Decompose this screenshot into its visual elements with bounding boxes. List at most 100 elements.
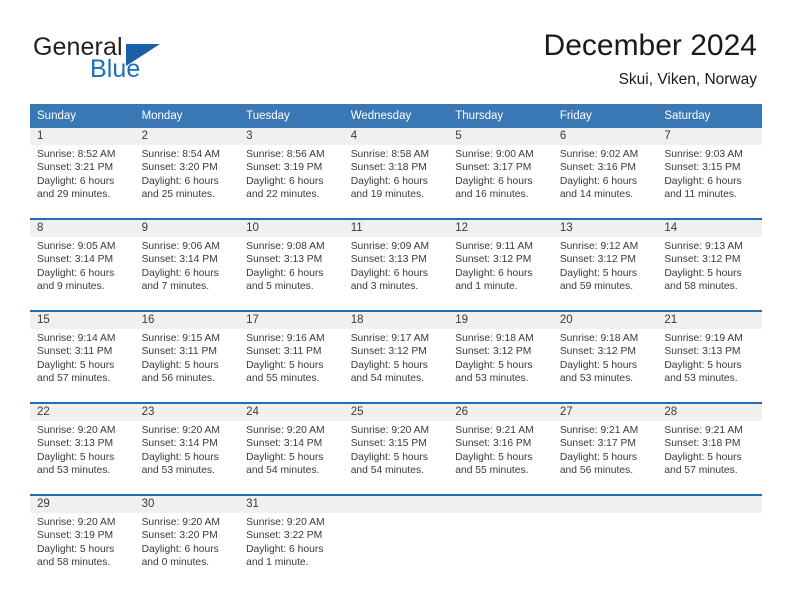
calendar-day-cell[interactable]: 13 Sunrise: 9:12 AM Sunset: 3:12 PM Dayligh… xyxy=(552,220,658,310)
calendar-day-cell[interactable]: 7 Sunrise: 9:03 AM Sunset: 3:15 PM Daylight… xyxy=(657,128,762,218)
calendar-day-cell[interactable]: 29 Sunrise: 9:20 AM Sunset: 3:19 PM Dayligh… xyxy=(30,496,135,586)
day-number: 1 xyxy=(30,128,135,145)
day-detail-daylight-line2: and 1 minute. xyxy=(246,557,309,569)
calendar-day-cell[interactable]: 14 Sunrise: 9:13 AM Sunset: 3:12 PM Dayligh… xyxy=(657,220,762,310)
day-detail-daylight-line1: Daylight: 6 hours xyxy=(141,543,219,555)
calendar-day-cell[interactable]: 19 Sunrise: 9:18 AM Sunset: 3:12 PM Dayligh… xyxy=(448,312,553,402)
day-cell-inner: 3 Sunrise: 8:56 AM Sunset: 3:19 PM Daylight… xyxy=(239,128,344,218)
day-detail-daylight-line2: and 9 minutes. xyxy=(37,281,105,293)
day-detail-daylight-line2: and 53 minutes. xyxy=(664,373,738,385)
day-number: 10 xyxy=(239,220,344,237)
day-number: 11 xyxy=(343,220,449,237)
day-cell-inner: 9 Sunrise: 9:06 AM Sunset: 3:14 PM Daylight… xyxy=(134,220,240,310)
day-detail-sunset: Sunset: 3:11 PM xyxy=(246,346,322,358)
day-details: Sunrise: 9:19 AM Sunset: 3:13 PM Daylight:… xyxy=(657,329,762,386)
calendar-day-cell[interactable]: 10 Sunrise: 9:08 AM Sunset: 3:13 PM Dayligh… xyxy=(239,220,344,310)
calendar-day-cell[interactable]: 21 Sunrise: 9:19 AM Sunset: 3:13 PM Dayligh… xyxy=(657,312,762,402)
calendar-day-cell[interactable] xyxy=(552,496,658,586)
day-detail-sunrise: Sunrise: 9:20 AM xyxy=(37,425,116,436)
calendar-day-cell[interactable] xyxy=(448,496,553,586)
weekday-header-thursday: Thursday xyxy=(448,104,553,128)
calendar-day-cell[interactable]: 6 Sunrise: 9:02 AM Sunset: 3:16 PM Daylight… xyxy=(552,128,658,218)
day-number: 16 xyxy=(134,312,240,329)
day-number: 30 xyxy=(134,496,240,513)
day-detail-daylight-line1: Daylight: 6 hours xyxy=(350,267,428,279)
day-detail-daylight-line1: Daylight: 5 hours xyxy=(350,451,428,463)
calendar-day-cell[interactable]: 9 Sunrise: 9:06 AM Sunset: 3:14 PM Daylight… xyxy=(134,220,240,310)
day-detail-sunset: Sunset: 3:12 PM xyxy=(455,346,532,358)
calendar-day-cell[interactable]: 26 Sunrise: 9:21 AM Sunset: 3:16 PM Dayligh… xyxy=(448,404,553,494)
day-cell-inner: 1 Sunrise: 8:52 AM Sunset: 3:21 PM Daylight… xyxy=(30,128,135,218)
day-detail-sunset: Sunset: 3:12 PM xyxy=(455,254,532,266)
calendar-day-cell[interactable]: 25 Sunrise: 9:20 AM Sunset: 3:15 PM Dayligh… xyxy=(343,404,449,494)
day-cell-inner: 17 Sunrise: 9:16 AM Sunset: 3:11 PM Dayligh… xyxy=(239,312,344,402)
day-detail-daylight-line2: and 58 minutes. xyxy=(37,557,111,569)
day-detail-daylight-line1: Daylight: 5 hours xyxy=(455,451,533,463)
calendar-week-row: 1 Sunrise: 8:52 AM Sunset: 3:21 PM Daylight… xyxy=(30,128,762,218)
day-details: Sunrise: 9:17 AM Sunset: 3:12 PM Daylight:… xyxy=(344,329,449,386)
calendar-day-cell[interactable]: 18 Sunrise: 9:17 AM Sunset: 3:12 PM Dayligh… xyxy=(343,312,449,402)
day-details: Sunrise: 9:13 AM Sunset: 3:12 PM Daylight:… xyxy=(657,237,762,294)
day-detail-sunset: Sunset: 3:14 PM xyxy=(37,254,114,266)
day-number: 28 xyxy=(657,404,762,421)
day-number: 2 xyxy=(134,128,240,145)
day-cell-inner: 14 Sunrise: 9:13 AM Sunset: 3:12 PM Dayligh… xyxy=(657,220,762,310)
day-detail-sunrise: Sunrise: 9:12 AM xyxy=(559,241,639,252)
calendar-day-cell[interactable]: 23 Sunrise: 9:20 AM Sunset: 3:14 PM Dayligh… xyxy=(134,404,240,494)
day-detail-daylight-line2: and 53 minutes. xyxy=(559,373,634,385)
day-detail-daylight-line2: and 3 minutes. xyxy=(350,281,419,293)
calendar-day-cell[interactable]: 31 Sunrise: 9:20 AM Sunset: 3:22 PM Dayligh… xyxy=(239,496,344,586)
day-detail-daylight-line2: and 11 minutes. xyxy=(664,189,737,201)
calendar-day-cell[interactable]: 4 Sunrise: 8:58 AM Sunset: 3:18 PM Daylight… xyxy=(343,128,449,218)
calendar-day-cell[interactable]: 8 Sunrise: 9:05 AM Sunset: 3:14 PM Daylight… xyxy=(30,220,135,310)
calendar-day-cell[interactable]: 28 Sunrise: 9:21 AM Sunset: 3:18 PM Dayligh… xyxy=(657,404,762,494)
day-detail-sunset: Sunset: 3:13 PM xyxy=(664,346,741,358)
day-detail-sunrise: Sunrise: 9:08 AM xyxy=(246,241,325,252)
calendar-day-cell[interactable] xyxy=(657,496,762,586)
day-detail-daylight-line1: Daylight: 5 hours xyxy=(664,267,742,279)
calendar-day-cell[interactable]: 5 Sunrise: 9:00 AM Sunset: 3:17 PM Daylight… xyxy=(448,128,553,218)
day-cell-inner: 22 Sunrise: 9:20 AM Sunset: 3:13 PM Dayligh… xyxy=(30,404,135,494)
calendar-day-cell[interactable]: 22 Sunrise: 9:20 AM Sunset: 3:13 PM Dayligh… xyxy=(30,404,135,494)
calendar-day-cell[interactable]: 20 Sunrise: 9:18 AM Sunset: 3:12 PM Dayligh… xyxy=(552,312,658,402)
day-detail-daylight-line1: Daylight: 6 hours xyxy=(350,175,428,187)
day-detail-daylight-line1: Daylight: 6 hours xyxy=(141,267,219,279)
calendar-day-cell[interactable]: 16 Sunrise: 9:15 AM Sunset: 3:11 PM Dayligh… xyxy=(134,312,240,402)
day-detail-sunset: Sunset: 3:22 PM xyxy=(246,530,323,542)
calendar-day-cell[interactable]: 30 Sunrise: 9:20 AM Sunset: 3:20 PM Dayligh… xyxy=(134,496,240,586)
calendar-day-cell[interactable]: 24 Sunrise: 9:20 AM Sunset: 3:14 PM Dayligh… xyxy=(239,404,344,494)
day-detail-sunrise: Sunrise: 8:58 AM xyxy=(350,149,430,160)
day-cell-inner: 5 Sunrise: 9:00 AM Sunset: 3:17 PM Daylight… xyxy=(448,128,553,218)
day-detail-sunrise: Sunrise: 9:05 AM xyxy=(37,241,116,252)
day-details: Sunrise: 9:08 AM Sunset: 3:13 PM Daylight:… xyxy=(239,237,344,294)
calendar-day-cell[interactable]: 1 Sunrise: 8:52 AM Sunset: 3:21 PM Daylight… xyxy=(30,128,135,218)
day-detail-daylight-line2: and 53 minutes. xyxy=(455,373,529,385)
calendar-day-cell[interactable]: 27 Sunrise: 9:21 AM Sunset: 3:17 PM Dayligh… xyxy=(552,404,658,494)
day-number: 29 xyxy=(30,496,135,513)
day-detail-sunset: Sunset: 3:18 PM xyxy=(350,162,427,174)
day-cell-inner: 30 Sunrise: 9:20 AM Sunset: 3:20 PM Dayligh… xyxy=(134,496,240,586)
calendar-day-cell[interactable]: 3 Sunrise: 8:56 AM Sunset: 3:19 PM Daylight… xyxy=(239,128,344,218)
day-detail-daylight-line1: Daylight: 6 hours xyxy=(455,175,533,187)
day-details: Sunrise: 9:02 AM Sunset: 3:16 PM Daylight:… xyxy=(553,145,658,202)
day-cell-inner xyxy=(552,496,658,586)
day-detail-sunrise: Sunrise: 9:20 AM xyxy=(246,425,325,436)
day-detail-daylight-line1: Daylight: 5 hours xyxy=(141,359,219,371)
day-detail-sunset: Sunset: 3:15 PM xyxy=(350,438,427,450)
calendar-day-cell[interactable]: 15 Sunrise: 9:14 AM Sunset: 3:11 PM Dayligh… xyxy=(30,312,135,402)
day-cell-inner: 23 Sunrise: 9:20 AM Sunset: 3:14 PM Dayligh… xyxy=(134,404,240,494)
day-detail-sunset: Sunset: 3:20 PM xyxy=(141,162,218,174)
calendar-day-cell[interactable]: 11 Sunrise: 9:09 AM Sunset: 3:13 PM Dayligh… xyxy=(343,220,449,310)
day-detail-sunrise: Sunrise: 8:56 AM xyxy=(246,149,325,160)
day-detail-sunset: Sunset: 3:19 PM xyxy=(37,530,114,542)
calendar-day-cell[interactable]: 12 Sunrise: 9:11 AM Sunset: 3:12 PM Dayligh… xyxy=(448,220,553,310)
general-blue-logo[interactable]: General Blue xyxy=(33,33,223,89)
calendar-day-cell[interactable]: 17 Sunrise: 9:16 AM Sunset: 3:11 PM Dayligh… xyxy=(239,312,344,402)
day-cell-inner xyxy=(657,496,762,586)
day-details: Sunrise: 8:54 AM Sunset: 3:20 PM Daylight:… xyxy=(135,145,240,202)
day-number xyxy=(448,496,553,513)
day-number xyxy=(552,496,658,513)
calendar-day-cell[interactable] xyxy=(343,496,449,586)
calendar-day-cell[interactable]: 2 Sunrise: 8:54 AM Sunset: 3:20 PM Daylight… xyxy=(134,128,240,218)
day-detail-sunrise: Sunrise: 9:13 AM xyxy=(664,241,743,252)
